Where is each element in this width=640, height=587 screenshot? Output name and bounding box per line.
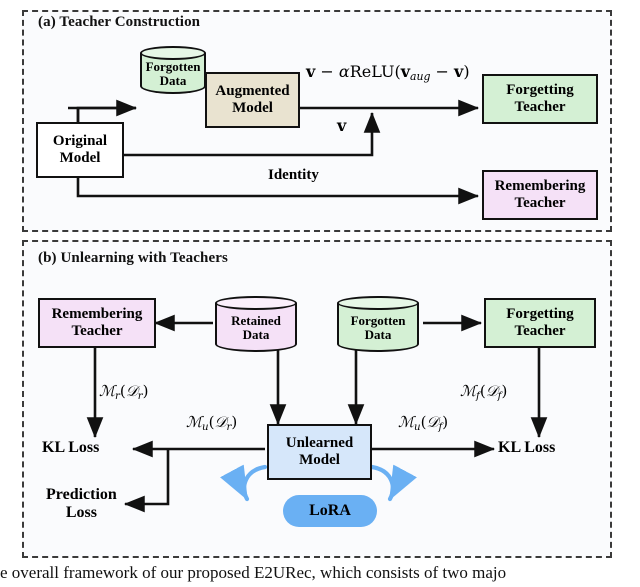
edge-label-v: v (337, 116, 347, 135)
node-forgetting-teacher-a-label: Forgetting Teacher (506, 82, 574, 115)
node-forgotten-data-b-label: Forgotten Data (350, 312, 406, 342)
node-unlearned-model-label: Unlearned Model (285, 435, 354, 468)
node-remembering-teacher-a-label: Remembering Teacher (494, 178, 586, 211)
node-remembering-teacher-a: Remembering Teacher (482, 170, 598, 220)
node-forgotten-data-a: Forgotten Data (140, 46, 206, 94)
edge-label-mf-df: ℳf(𝒟f) (460, 382, 508, 402)
node-remembering-teacher-b: Remembering Teacher (38, 298, 156, 348)
node-unlearned-model: Unlearned Model (267, 424, 372, 480)
node-forgotten-data-a-label: Forgotten Data (145, 58, 201, 88)
node-retained-data-label: Retained Data (231, 312, 281, 342)
node-original-model: Original Model (36, 122, 124, 178)
node-remembering-teacher-b-label: Remembering Teacher (51, 306, 143, 339)
figure-root: (a) Teacher Construction Original Model … (0, 0, 640, 587)
node-original-model-label: Original Model (52, 133, 108, 166)
edge-label-identity: Identity (268, 167, 319, 183)
label-prediction-loss: Prediction Loss (46, 486, 117, 522)
node-augmented-model: Augmented Model (205, 72, 300, 128)
node-lora: LoRA (283, 495, 377, 527)
edge-label-mu-df: ℳu(𝒟f) (398, 413, 449, 433)
node-forgotten-data-b: Forgotten Data (337, 296, 419, 352)
panel-b-title: (b) Unlearning with Teachers (38, 250, 228, 266)
label-kl-loss-left: KL Loss (42, 439, 100, 456)
node-augmented-model-label: Augmented Model (215, 83, 290, 116)
node-retained-data: Retained Data (215, 296, 297, 352)
edge-label-formula: v − αReLU(vaug − v) (306, 62, 470, 84)
edge-label-mu-dr: ℳu(𝒟r) (186, 413, 238, 433)
panel-a-title: (a) Teacher Construction (38, 14, 201, 30)
label-kl-loss-right: KL Loss (498, 439, 556, 456)
node-forgetting-teacher-b-label: Forgetting Teacher (506, 306, 574, 339)
edge-label-mr-dr: ℳr(𝒟r) (99, 382, 149, 402)
node-lora-label: LoRA (309, 502, 351, 519)
node-forgetting-teacher-a: Forgetting Teacher (482, 74, 598, 124)
node-forgetting-teacher-b: Forgetting Teacher (484, 298, 596, 348)
figure-caption: e overall framework of our proposed E2UR… (0, 563, 507, 582)
